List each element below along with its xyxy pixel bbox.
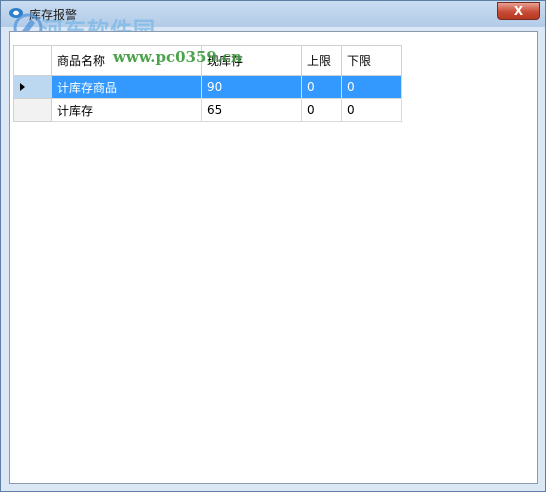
cell-product-name[interactable]: 计库存	[51, 98, 202, 122]
cell-current-stock[interactable]: 65	[201, 98, 302, 122]
watermark-url: www.pc0359.cn	[113, 48, 243, 66]
column-header-upper-limit[interactable]: 上限	[301, 45, 342, 76]
cell-current-stock[interactable]: 90	[201, 75, 302, 99]
grid-corner-cell	[13, 45, 52, 76]
current-row-arrow-icon	[20, 83, 25, 91]
column-header-lower-limit[interactable]: 下限	[341, 45, 402, 76]
cell-product-name[interactable]: 计库存商品	[51, 75, 202, 99]
grid-panel: 商品名称 现库存 上限 下限 计库存商品 90 0 0 计库存 65 0 0	[9, 31, 538, 484]
row-header[interactable]	[13, 98, 52, 122]
cell-lower-limit[interactable]: 0	[341, 98, 402, 122]
stock-alert-window: 库存报警 X 河东软件园 商品名称 现库存 上限 下限 计库存商品 9	[0, 0, 546, 492]
close-button[interactable]: X	[497, 2, 540, 20]
cell-upper-limit[interactable]: 0	[301, 98, 342, 122]
table-row[interactable]: 计库存 65 0 0	[13, 98, 402, 122]
table-row[interactable]: 计库存商品 90 0 0	[13, 75, 402, 99]
row-header[interactable]	[13, 75, 52, 99]
cell-lower-limit[interactable]: 0	[341, 75, 402, 99]
cell-upper-limit[interactable]: 0	[301, 75, 342, 99]
